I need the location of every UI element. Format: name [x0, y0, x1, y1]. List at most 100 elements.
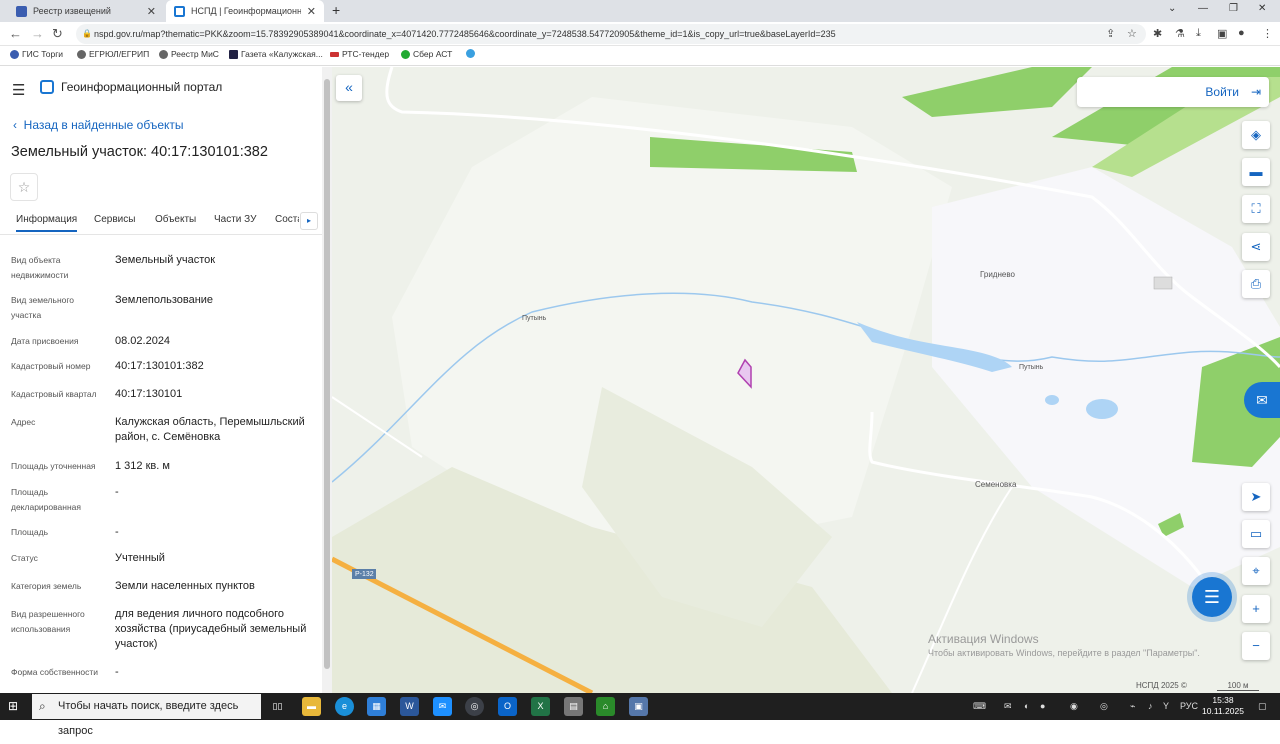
- network-icon[interactable]: ⌁: [1130, 701, 1135, 712]
- login-button[interactable]: Войти ⇥: [1077, 77, 1269, 107]
- forward-arrow-icon[interactable]: →: [31, 26, 44, 41]
- share-icon[interactable]: ⇪: [1106, 27, 1115, 40]
- bookmark-label: ГИС Торги: [22, 49, 64, 59]
- excel-icon[interactable]: X: [531, 697, 550, 716]
- location-button[interactable]: ⌖: [1242, 557, 1270, 585]
- url-bar[interactable]: 🔒 nspd.gov.ru/map?thematic=PKK&zoom=15.7…: [76, 24, 1146, 44]
- minimize-icon[interactable]: —: [1198, 3, 1208, 14]
- field-value: Землепользование: [115, 294, 214, 306]
- bookmark-icon: [330, 51, 339, 57]
- back-to-results-link[interactable]: ‹ Назад в найденные объекты: [13, 118, 184, 132]
- calculator-icon[interactable]: ▤: [564, 697, 583, 716]
- zoom-out-button[interactable]: −: [1242, 632, 1270, 660]
- portal-title: Геоинформационный портал: [61, 80, 223, 94]
- outlook-icon[interactable]: O: [498, 697, 517, 716]
- windows-start-icon[interactable]: ⊞: [8, 699, 18, 713]
- download-icon[interactable]: ⤓: [1196, 27, 1201, 40]
- tab-composition[interactable]: Соста: [275, 214, 299, 225]
- menu-kebab-icon[interactable]: ⋮: [1262, 27, 1273, 40]
- field-value: -: [115, 526, 119, 538]
- windows-taskbar: ⊞ ⌕ Чтобы начать поиск, введите здесь за…: [0, 693, 1280, 737]
- tray-app-icon[interactable]: ◎: [1100, 701, 1108, 712]
- field-label: Адрес: [11, 417, 36, 427]
- tab-services[interactable]: Сервисы: [94, 214, 135, 225]
- word-icon[interactable]: W: [400, 697, 419, 716]
- geolocate-button[interactable]: ➤: [1242, 483, 1270, 511]
- browser-tab-registry[interactable]: Реестр извещений ✕: [8, 0, 164, 22]
- share-map-button[interactable]: ⋖: [1242, 233, 1270, 261]
- print-button[interactable]: ⎙: [1242, 270, 1270, 298]
- restore-icon[interactable]: ❐: [1229, 3, 1238, 14]
- tab-information[interactable]: Информация: [16, 214, 78, 232]
- tab-parts[interactable]: Части ЗУ: [214, 214, 256, 225]
- window-close-icon[interactable]: ✕: [1258, 3, 1266, 14]
- volume-icon[interactable]: ♪: [1148, 701, 1153, 711]
- field-label: Вид земельного участка: [11, 295, 75, 320]
- language-indicator[interactable]: РУС: [1180, 701, 1198, 711]
- zoom-in-button[interactable]: +: [1242, 595, 1270, 623]
- minimap-button[interactable]: ▭: [1242, 520, 1270, 548]
- bookmark-rts[interactable]: РТС-тендер: [330, 49, 389, 59]
- tab-objects[interactable]: Объекты: [155, 214, 196, 225]
- new-tab-icon[interactable]: +: [332, 2, 340, 18]
- field-label: Площадь декларированная: [11, 487, 81, 512]
- system-clock[interactable]: 15:38 10.11.2025: [1200, 695, 1246, 717]
- bookmark-icon: [466, 49, 475, 58]
- reload-icon[interactable]: ↻: [52, 26, 63, 42]
- notifications-icon[interactable]: ▢: [1258, 701, 1267, 712]
- panel-scrollbar[interactable]: [322, 67, 332, 693]
- map-canvas[interactable]: Гриднево Семеновка Путынь Путынь Р-132 «…: [332, 67, 1280, 693]
- sidepanel-icon[interactable]: ▣: [1217, 27, 1227, 40]
- scrollbar-thumb[interactable]: [324, 79, 330, 669]
- task-view-icon[interactable]: ▯▯: [268, 697, 287, 716]
- browser-tab-nspd[interactable]: НСПД | Геоинформационный п ✕: [166, 0, 324, 22]
- tray-app-icon[interactable]: ●: [1040, 701, 1045, 711]
- gis-favicon-icon: [16, 5, 27, 17]
- home-app-icon[interactable]: ⌂: [596, 697, 615, 716]
- close-icon[interactable]: ✕: [307, 5, 316, 18]
- menu-icon[interactable]: ☰: [12, 81, 25, 99]
- lock-icon: 🔒: [82, 29, 92, 38]
- select-area-button[interactable]: ⛶: [1242, 195, 1270, 223]
- tab-search-icon[interactable]: ⌄: [1168, 3, 1176, 14]
- layers-button[interactable]: ◈: [1242, 121, 1270, 149]
- bookmark-egrul[interactable]: ЕГРЮЛ/ЕГРИП: [77, 49, 149, 59]
- file-explorer-icon[interactable]: ▬: [302, 697, 321, 716]
- mail-icon[interactable]: ✉: [433, 697, 452, 716]
- bookmark-sber-ast[interactable]: Сбер АСТ: [401, 49, 452, 59]
- help-button[interactable]: ✉: [1244, 382, 1280, 418]
- tray-app-icon[interactable]: ◉: [1070, 701, 1078, 712]
- chrome-icon[interactable]: ◎: [465, 697, 484, 716]
- back-arrow-icon[interactable]: ←: [9, 26, 22, 41]
- app-icon[interactable]: ▣: [629, 697, 648, 716]
- field-value: для ведения личного подсобного хозяйства…: [115, 608, 307, 650]
- map-copyright: НСПД 2025 ©: [1136, 681, 1187, 690]
- store-icon[interactable]: ▦: [367, 697, 386, 716]
- chat-button[interactable]: ☰: [1192, 577, 1232, 617]
- bookmark-star-icon[interactable]: ☆: [1127, 27, 1137, 40]
- favorite-star-icon[interactable]: ☆: [10, 173, 38, 201]
- mail-tray-icon[interactable]: ✉: [1004, 701, 1012, 712]
- taskbar-search[interactable]: ⌕ Чтобы начать поиск, введите здесь запр…: [32, 694, 261, 737]
- edge-icon[interactable]: e: [335, 697, 354, 716]
- collapse-panel-button[interactable]: «: [336, 75, 362, 101]
- bookmark-gis-torgi[interactable]: ГИС Торги: [10, 49, 63, 59]
- close-icon[interactable]: ✕: [147, 5, 156, 18]
- chevron-right-icon[interactable]: ▸: [300, 212, 318, 230]
- print-icon: ⎙: [1250, 276, 1262, 291]
- yandex-icon[interactable]: Y: [1163, 701, 1169, 711]
- measure-button[interactable]: ▬: [1242, 158, 1270, 186]
- extensions-icon[interactable]: ✱: [1153, 27, 1162, 40]
- bookmark-nspd[interactable]: [466, 49, 475, 58]
- bookmark-gazeta[interactable]: Газета «Калужская...: [229, 49, 323, 59]
- bookmark-reestr-mis[interactable]: Реестр МиС: [159, 49, 219, 59]
- keyboard-icon[interactable]: ⌨: [973, 701, 986, 712]
- login-icon: ⇥: [1250, 85, 1261, 99]
- tray-app-icon[interactable]: ◐: [1024, 701, 1029, 711]
- field-value: 1 312 кв. м: [115, 460, 170, 472]
- lab-icon[interactable]: ⚗: [1175, 27, 1185, 40]
- clock-time: 15:38: [1212, 695, 1234, 705]
- profile-icon[interactable]: ●: [1238, 27, 1245, 39]
- back-label: Назад в найденные объекты: [23, 118, 184, 132]
- map-label-gridnevo: Гриднево: [980, 270, 1015, 279]
